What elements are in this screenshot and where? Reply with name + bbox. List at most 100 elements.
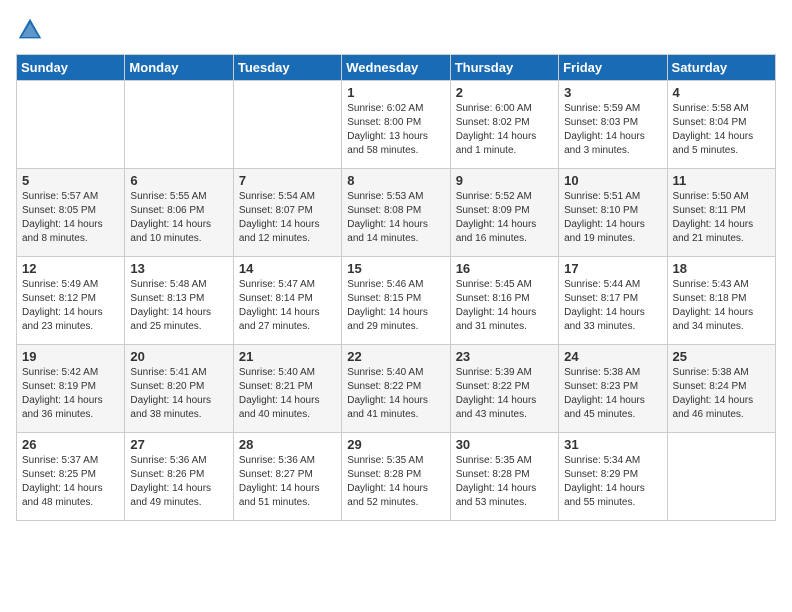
day-info: Sunrise: 5:52 AM Sunset: 8:09 PM Dayligh… bbox=[456, 190, 553, 246]
calendar-cell: 20 Sunrise: 5:41 AM Sunset: 8:20 PM Dayli… bbox=[125, 345, 233, 433]
calendar-cell: 19 Sunrise: 5:42 AM Sunset: 8:19 PM Dayli… bbox=[17, 345, 125, 433]
day-number: 5 bbox=[22, 173, 119, 188]
calendar-cell bbox=[667, 433, 775, 521]
calendar-cell: 16 Sunrise: 5:45 AM Sunset: 8:16 PM Dayli… bbox=[450, 257, 558, 345]
day-number: 20 bbox=[130, 349, 227, 364]
day-number: 30 bbox=[456, 437, 553, 452]
calendar-cell: 7 Sunrise: 5:54 AM Sunset: 8:07 PM Daylig… bbox=[233, 169, 341, 257]
calendar-body: 1Sunrise: 6:02 AM Sunset: 8:00 PM Daylig… bbox=[17, 81, 776, 521]
day-info: Sunrise: 5:38 AM Sunset: 8:23 PM Dayligh… bbox=[564, 366, 661, 422]
day-info: Sunrise: 5:51 AM Sunset: 8:10 PM Dayligh… bbox=[564, 190, 661, 246]
calendar-header: SundayMondayTuesdayWednesdayThursdayFrid… bbox=[17, 55, 776, 81]
day-info: Sunrise: 5:35 AM Sunset: 8:28 PM Dayligh… bbox=[456, 454, 553, 510]
calendar-cell: 5 Sunrise: 5:57 AM Sunset: 8:05 PM Daylig… bbox=[17, 169, 125, 257]
day-info: Sunrise: 5:39 AM Sunset: 8:22 PM Dayligh… bbox=[456, 366, 553, 422]
header-day-sunday: Sunday bbox=[17, 55, 125, 81]
calendar-cell: 21 Sunrise: 5:40 AM Sunset: 8:21 PM Dayli… bbox=[233, 345, 341, 433]
day-number: 28 bbox=[239, 437, 336, 452]
calendar-cell: 23 Sunrise: 5:39 AM Sunset: 8:22 PM Dayli… bbox=[450, 345, 558, 433]
day-number: 10 bbox=[564, 173, 661, 188]
day-info: Sunrise: 5:40 AM Sunset: 8:22 PM Dayligh… bbox=[347, 366, 444, 422]
calendar-cell bbox=[125, 81, 233, 169]
calendar-cell: 8Sunrise: 5:53 AM Sunset: 8:08 PM Daylig… bbox=[342, 169, 450, 257]
day-number: 19 bbox=[22, 349, 119, 364]
day-number: 6 bbox=[130, 173, 227, 188]
day-info: Sunrise: 5:58 AM Sunset: 8:04 PM Dayligh… bbox=[673, 102, 770, 158]
day-info: Sunrise: 5:36 AM Sunset: 8:26 PM Dayligh… bbox=[130, 454, 227, 510]
day-number: 29 bbox=[347, 437, 444, 452]
day-info: Sunrise: 5:47 AM Sunset: 8:14 PM Dayligh… bbox=[239, 278, 336, 334]
day-info: Sunrise: 5:40 AM Sunset: 8:21 PM Dayligh… bbox=[239, 366, 336, 422]
day-info: Sunrise: 5:50 AM Sunset: 8:11 PM Dayligh… bbox=[673, 190, 770, 246]
calendar-cell: 4 Sunrise: 5:58 AM Sunset: 8:04 PM Daylig… bbox=[667, 81, 775, 169]
day-number: 3 bbox=[564, 85, 661, 100]
day-info: Sunrise: 5:57 AM Sunset: 8:05 PM Dayligh… bbox=[22, 190, 119, 246]
calendar-cell: 25Sunrise: 5:38 AM Sunset: 8:24 PM Dayli… bbox=[667, 345, 775, 433]
day-number: 4 bbox=[673, 85, 770, 100]
day-number: 8 bbox=[347, 173, 444, 188]
week-row-0: 1Sunrise: 6:02 AM Sunset: 8:00 PM Daylig… bbox=[17, 81, 776, 169]
calendar-cell: 6Sunrise: 5:55 AM Sunset: 8:06 PM Daylig… bbox=[125, 169, 233, 257]
day-number: 11 bbox=[673, 173, 770, 188]
logo bbox=[16, 16, 48, 44]
day-number: 1 bbox=[347, 85, 444, 100]
header-day-tuesday: Tuesday bbox=[233, 55, 341, 81]
calendar-cell: 27 Sunrise: 5:36 AM Sunset: 8:26 PM Dayli… bbox=[125, 433, 233, 521]
header-day-monday: Monday bbox=[125, 55, 233, 81]
day-info: Sunrise: 5:48 AM Sunset: 8:13 PM Dayligh… bbox=[130, 278, 227, 334]
day-info: Sunrise: 5:54 AM Sunset: 8:07 PM Dayligh… bbox=[239, 190, 336, 246]
calendar-cell: 12Sunrise: 5:49 AM Sunset: 8:12 PM Dayli… bbox=[17, 257, 125, 345]
page-header bbox=[16, 16, 776, 44]
header-row: SundayMondayTuesdayWednesdayThursdayFrid… bbox=[17, 55, 776, 81]
calendar-cell: 10 Sunrise: 5:51 AM Sunset: 8:10 PM Dayli… bbox=[559, 169, 667, 257]
day-number: 12 bbox=[22, 261, 119, 276]
day-number: 22 bbox=[347, 349, 444, 364]
day-number: 24 bbox=[564, 349, 661, 364]
calendar-cell: 31Sunrise: 5:34 AM Sunset: 8:29 PM Dayli… bbox=[559, 433, 667, 521]
day-info: Sunrise: 5:59 AM Sunset: 8:03 PM Dayligh… bbox=[564, 102, 661, 158]
calendar-cell: 2 Sunrise: 6:00 AM Sunset: 8:02 PM Daylig… bbox=[450, 81, 558, 169]
week-row-1: 5 Sunrise: 5:57 AM Sunset: 8:05 PM Daylig… bbox=[17, 169, 776, 257]
day-number: 15 bbox=[347, 261, 444, 276]
day-info: Sunrise: 5:36 AM Sunset: 8:27 PM Dayligh… bbox=[239, 454, 336, 510]
calendar-cell: 1Sunrise: 6:02 AM Sunset: 8:00 PM Daylig… bbox=[342, 81, 450, 169]
day-number: 25 bbox=[673, 349, 770, 364]
header-day-wednesday: Wednesday bbox=[342, 55, 450, 81]
calendar-cell: 26Sunrise: 5:37 AM Sunset: 8:25 PM Dayli… bbox=[17, 433, 125, 521]
calendar-cell: 29 Sunrise: 5:35 AM Sunset: 8:28 PM Dayli… bbox=[342, 433, 450, 521]
week-row-4: 26Sunrise: 5:37 AM Sunset: 8:25 PM Dayli… bbox=[17, 433, 776, 521]
day-number: 2 bbox=[456, 85, 553, 100]
calendar-cell: 30 Sunrise: 5:35 AM Sunset: 8:28 PM Dayli… bbox=[450, 433, 558, 521]
day-number: 21 bbox=[239, 349, 336, 364]
header-day-thursday: Thursday bbox=[450, 55, 558, 81]
day-info: Sunrise: 5:45 AM Sunset: 8:16 PM Dayligh… bbox=[456, 278, 553, 334]
calendar-cell: 14Sunrise: 5:47 AM Sunset: 8:14 PM Dayli… bbox=[233, 257, 341, 345]
calendar-cell: 15 Sunrise: 5:46 AM Sunset: 8:15 PM Dayli… bbox=[342, 257, 450, 345]
calendar-cell: 22 Sunrise: 5:40 AM Sunset: 8:22 PM Dayli… bbox=[342, 345, 450, 433]
calendar-cell: 24 Sunrise: 5:38 AM Sunset: 8:23 PM Dayli… bbox=[559, 345, 667, 433]
calendar-cell: 3 Sunrise: 5:59 AM Sunset: 8:03 PM Daylig… bbox=[559, 81, 667, 169]
calendar-table: SundayMondayTuesdayWednesdayThursdayFrid… bbox=[16, 54, 776, 521]
day-number: 16 bbox=[456, 261, 553, 276]
day-info: Sunrise: 5:44 AM Sunset: 8:17 PM Dayligh… bbox=[564, 278, 661, 334]
day-info: Sunrise: 5:42 AM Sunset: 8:19 PM Dayligh… bbox=[22, 366, 119, 422]
day-info: Sunrise: 5:34 AM Sunset: 8:29 PM Dayligh… bbox=[564, 454, 661, 510]
day-info: Sunrise: 5:35 AM Sunset: 8:28 PM Dayligh… bbox=[347, 454, 444, 510]
day-number: 18 bbox=[673, 261, 770, 276]
day-number: 23 bbox=[456, 349, 553, 364]
day-info: Sunrise: 5:43 AM Sunset: 8:18 PM Dayligh… bbox=[673, 278, 770, 334]
calendar-cell bbox=[17, 81, 125, 169]
calendar-cell: 11 Sunrise: 5:50 AM Sunset: 8:11 PM Dayli… bbox=[667, 169, 775, 257]
calendar-cell: 9 Sunrise: 5:52 AM Sunset: 8:09 PM Daylig… bbox=[450, 169, 558, 257]
day-info: Sunrise: 5:37 AM Sunset: 8:25 PM Dayligh… bbox=[22, 454, 119, 510]
week-row-2: 12Sunrise: 5:49 AM Sunset: 8:12 PM Dayli… bbox=[17, 257, 776, 345]
calendar-cell: 13Sunrise: 5:48 AM Sunset: 8:13 PM Dayli… bbox=[125, 257, 233, 345]
day-number: 27 bbox=[130, 437, 227, 452]
day-number: 7 bbox=[239, 173, 336, 188]
day-info: Sunrise: 5:41 AM Sunset: 8:20 PM Dayligh… bbox=[130, 366, 227, 422]
header-day-saturday: Saturday bbox=[667, 55, 775, 81]
day-info: Sunrise: 6:00 AM Sunset: 8:02 PM Dayligh… bbox=[456, 102, 553, 158]
day-info: Sunrise: 5:46 AM Sunset: 8:15 PM Dayligh… bbox=[347, 278, 444, 334]
week-row-3: 19 Sunrise: 5:42 AM Sunset: 8:19 PM Dayli… bbox=[17, 345, 776, 433]
day-number: 9 bbox=[456, 173, 553, 188]
